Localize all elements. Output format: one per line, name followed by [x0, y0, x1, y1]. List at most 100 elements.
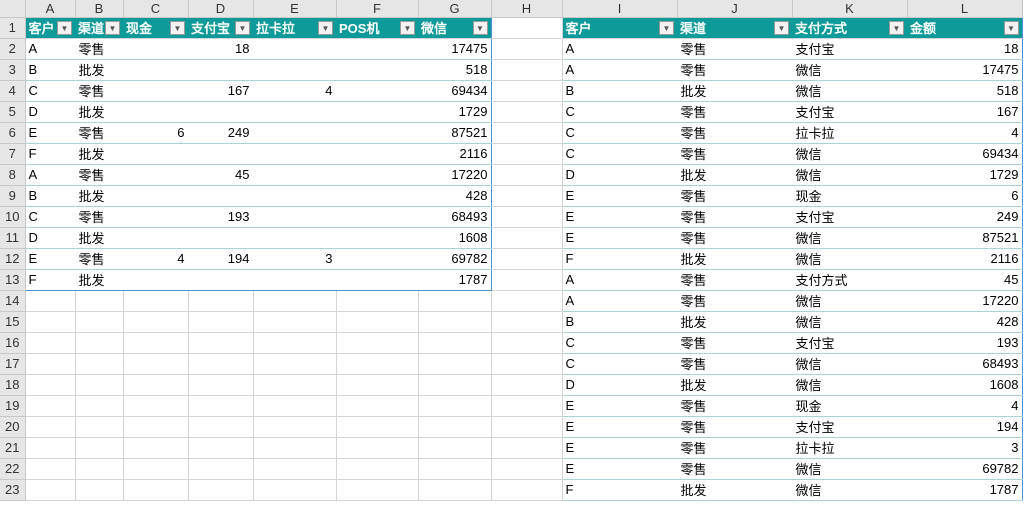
filter-dropdown-icon[interactable]: ▼ [659, 20, 674, 35]
column-header-J[interactable]: J [677, 0, 793, 18]
cell-G3[interactable]: 518 [418, 59, 492, 81]
cell-D2[interactable]: 18 [188, 38, 253, 60]
cell-H8[interactable] [491, 164, 563, 186]
cell-J16[interactable]: 零售 [677, 332, 792, 354]
cell-B11[interactable]: 批发 [75, 227, 123, 249]
row-header[interactable]: 1 [0, 17, 26, 39]
cell-K7[interactable]: 微信 [792, 143, 907, 165]
column-header-C[interactable]: C [123, 0, 189, 18]
cell-L17[interactable]: 68493 [907, 353, 1023, 375]
cell-F11[interactable] [336, 227, 418, 249]
cell-H15[interactable] [491, 311, 563, 333]
cell-G12[interactable]: 69782 [418, 248, 492, 270]
cell-I23[interactable]: F [561, 479, 677, 501]
cell-F5[interactable] [336, 101, 418, 123]
cell-C9[interactable] [123, 185, 188, 207]
cell-K10[interactable]: 支付宝 [792, 206, 907, 228]
cell-C17[interactable] [123, 353, 189, 375]
cell-H7[interactable] [491, 143, 563, 165]
cell-E4[interactable]: 4 [253, 80, 336, 102]
cell-I18[interactable]: D [561, 374, 677, 396]
cell-K15[interactable]: 微信 [792, 311, 907, 333]
cell-D4[interactable]: 167 [188, 80, 253, 102]
cell-H22[interactable] [491, 458, 563, 480]
column-header-A[interactable]: A [25, 0, 76, 18]
cell-B9[interactable]: 批发 [75, 185, 123, 207]
cell-J10[interactable]: 零售 [677, 206, 792, 228]
cell-H16[interactable] [491, 332, 563, 354]
cell-A4[interactable]: C [25, 80, 75, 102]
cell-L12[interactable]: 2116 [907, 248, 1023, 270]
cell-E11[interactable] [253, 227, 336, 249]
cell-J22[interactable]: 零售 [677, 458, 792, 480]
cell-A2[interactable]: A [25, 38, 75, 60]
cell-D15[interactable] [188, 311, 254, 333]
cell-E9[interactable] [253, 185, 336, 207]
cell-D22[interactable] [188, 458, 254, 480]
cell-J20[interactable]: 零售 [677, 416, 792, 438]
cell-D13[interactable] [188, 269, 253, 291]
cell-K2[interactable]: 支付宝 [792, 38, 907, 60]
cell-G22[interactable] [418, 458, 492, 480]
cell-G2[interactable]: 17475 [418, 38, 492, 60]
cell-K11[interactable]: 微信 [792, 227, 907, 249]
cell-J5[interactable]: 零售 [677, 101, 792, 123]
row-header[interactable]: 4 [0, 80, 26, 102]
left-table-header[interactable]: 拉卡拉 ▼ [253, 17, 336, 39]
cell-E2[interactable] [253, 38, 336, 60]
cell-D6[interactable]: 249 [188, 122, 253, 144]
column-header-K[interactable]: K [792, 0, 908, 18]
cell-J4[interactable]: 批发 [677, 80, 792, 102]
cell-E15[interactable] [253, 311, 337, 333]
left-table-header[interactable]: POS机 ▼ [336, 17, 418, 39]
cell-G8[interactable]: 17220 [418, 164, 492, 186]
cell-E12[interactable]: 3 [253, 248, 336, 270]
left-table-header[interactable]: 支付宝 ▼ [188, 17, 253, 39]
cell-I2[interactable]: A [561, 38, 677, 60]
cell-G11[interactable]: 1608 [418, 227, 492, 249]
cell-E5[interactable] [253, 101, 336, 123]
cell-K17[interactable]: 微信 [792, 353, 907, 375]
cell-I11[interactable]: E [561, 227, 677, 249]
cell-F13[interactable] [336, 269, 418, 291]
cell-K13[interactable]: 支付方式 [792, 269, 907, 291]
cell-H14[interactable] [491, 290, 563, 312]
filter-dropdown-icon[interactable]: ▼ [400, 20, 415, 35]
cell-L15[interactable]: 428 [907, 311, 1023, 333]
cell-D21[interactable] [188, 437, 254, 459]
cell-E14[interactable] [253, 290, 337, 312]
cell-L20[interactable]: 194 [907, 416, 1023, 438]
cell-L2[interactable]: 18 [907, 38, 1023, 60]
row-header[interactable]: 5 [0, 101, 26, 123]
cell-A13[interactable]: F [25, 269, 75, 291]
cell-I15[interactable]: B [561, 311, 677, 333]
filter-dropdown-icon[interactable]: ▼ [774, 20, 789, 35]
cell-J14[interactable]: 零售 [677, 290, 792, 312]
cell-G20[interactable] [418, 416, 492, 438]
cell-L22[interactable]: 69782 [907, 458, 1023, 480]
cell-D7[interactable] [188, 143, 253, 165]
cell-L21[interactable]: 3 [907, 437, 1023, 459]
cell-G5[interactable]: 1729 [418, 101, 492, 123]
cell-J8[interactable]: 批发 [677, 164, 792, 186]
cell-A12[interactable]: E [25, 248, 75, 270]
cell-D14[interactable] [188, 290, 254, 312]
cell-C8[interactable] [123, 164, 188, 186]
cell-J19[interactable]: 零售 [677, 395, 792, 417]
cell-G4[interactable]: 69434 [418, 80, 492, 102]
right-table-header[interactable]: 支付方式 ▼ [792, 17, 907, 39]
cell-I22[interactable]: E [561, 458, 677, 480]
row-header[interactable]: 12 [0, 248, 26, 270]
row-header[interactable]: 7 [0, 143, 26, 165]
cell-C6[interactable]: 6 [123, 122, 188, 144]
cell-F10[interactable] [336, 206, 418, 228]
cell-I12[interactable]: F [561, 248, 677, 270]
row-header[interactable]: 18 [0, 374, 26, 396]
cell-A3[interactable]: B [25, 59, 75, 81]
cell-G7[interactable]: 2116 [418, 143, 492, 165]
cell-B4[interactable]: 零售 [75, 80, 123, 102]
cell-K21[interactable]: 拉卡拉 [792, 437, 907, 459]
column-header-D[interactable]: D [188, 0, 254, 18]
cell-F8[interactable] [336, 164, 418, 186]
cell-C18[interactable] [123, 374, 189, 396]
